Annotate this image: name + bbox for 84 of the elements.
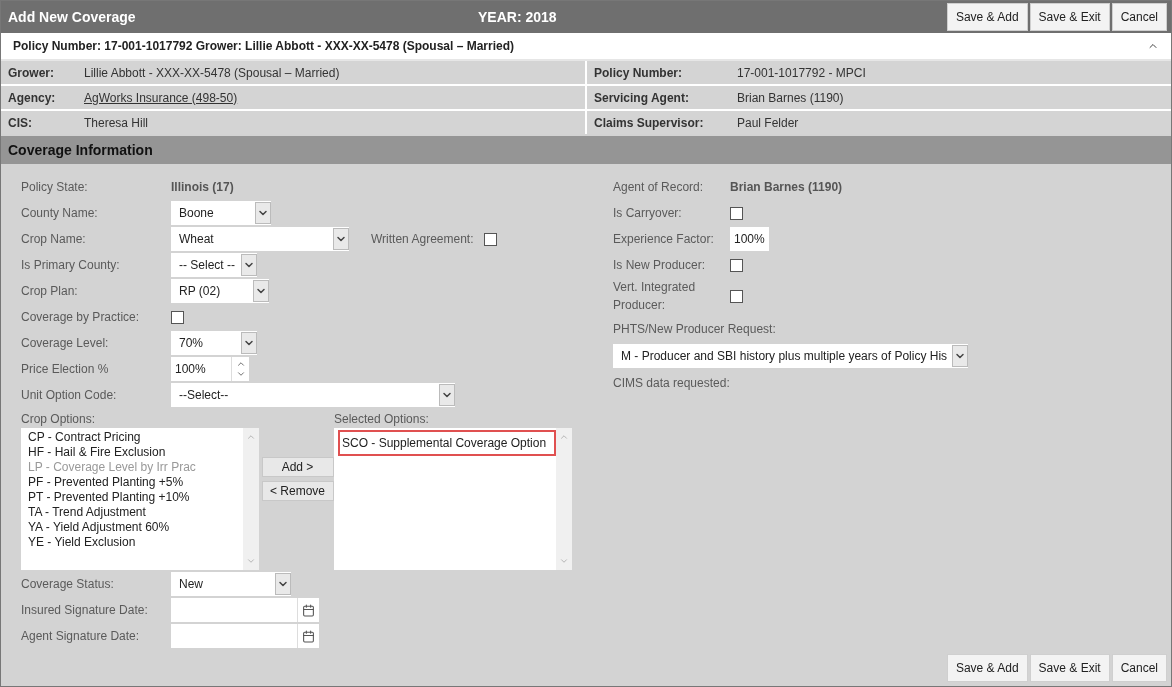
field-label: PHTS/New Producer Request: bbox=[613, 321, 777, 338]
summary-text: Policy Number: 17-001-1017792 Grower: Lillie Abbott - XXX-XX-5478 (Spousal – Married) bbox=[13, 38, 515, 55]
action-button[interactable]: Cancel bbox=[1111, 654, 1167, 682]
dropdown[interactable]: New bbox=[171, 572, 291, 596]
date-field[interactable] bbox=[171, 624, 319, 648]
action-button[interactable]: Cancel bbox=[1111, 3, 1167, 31]
field-label: Is Carryover: bbox=[613, 205, 683, 222]
checkbox[interactable] bbox=[730, 289, 743, 303]
scroll-down-icon[interactable] bbox=[559, 556, 569, 566]
field-value: Brian Barnes (1190) bbox=[730, 179, 843, 196]
date-field[interactable] bbox=[171, 598, 319, 622]
dropdown[interactable]: M - Producer and SBI history plus multiple years of Policy His bbox=[613, 344, 968, 368]
list-item[interactable]: YE - Yield Exclusion bbox=[25, 535, 243, 550]
field-label: County Name: bbox=[21, 205, 99, 222]
chevron-up-icon bbox=[235, 359, 246, 369]
action-button[interactable]: Save & Add bbox=[946, 3, 1028, 31]
dropdown[interactable]: Wheat bbox=[171, 227, 349, 251]
year-label: YEAR: 2018 bbox=[478, 7, 557, 27]
info-value: Lillie Abbott - XXX-XX-5478 (Spousal – Married) bbox=[84, 64, 340, 82]
scroll-down-icon[interactable] bbox=[246, 556, 256, 566]
checkbox[interactable] bbox=[730, 206, 743, 220]
info-value: 17-001-1017792 - MPCI bbox=[737, 64, 866, 82]
field-label: Crop Plan: bbox=[21, 283, 79, 300]
selected-options-list[interactable]: SCO - Supplemental Coverage Option bbox=[334, 428, 572, 570]
calendar-icon bbox=[302, 629, 315, 643]
info-value: Theresa Hill bbox=[84, 114, 149, 132]
text-field[interactable]: 100% bbox=[730, 227, 769, 251]
info-value: Paul Felder bbox=[737, 114, 799, 132]
info-label: Claims Supervisor: bbox=[594, 114, 705, 132]
action-button[interactable]: Save & Exit bbox=[1029, 654, 1110, 682]
info-value: Brian Barnes (1190) bbox=[737, 89, 844, 107]
info-label: Agency: bbox=[8, 89, 57, 107]
calendar-icon bbox=[302, 603, 315, 617]
field-label: Insured Signature Date: bbox=[21, 602, 149, 619]
list-item[interactable]: TA - Trend Adjustment bbox=[25, 505, 243, 520]
list-item[interactable]: PT - Prevented Planting +10% bbox=[25, 490, 243, 505]
summary-bar[interactable]: Policy Number: 17-001-1017792 Grower: Lillie Abbott - XXX-XX-5478 (Spousal – Married) bbox=[1, 33, 1171, 61]
field-label: Crop Name: bbox=[21, 231, 87, 248]
section-title: Coverage Information bbox=[8, 140, 153, 160]
field-label: Written Agreement: bbox=[371, 231, 474, 248]
list-item[interactable]: HF - Hail & Fire Exclusion bbox=[25, 445, 243, 460]
number-spinner[interactable]: 100% bbox=[171, 357, 249, 381]
checkbox[interactable] bbox=[483, 232, 497, 246]
field-label: Coverage Level: bbox=[21, 335, 110, 352]
list-item[interactable]: YA - Yield Adjustment 60% bbox=[25, 520, 243, 535]
action-button[interactable]: Save & Add bbox=[946, 654, 1028, 682]
list-item[interactable]: CP - Contract Pricing bbox=[25, 430, 243, 445]
dropdown[interactable]: 70% bbox=[171, 331, 257, 355]
info-label: Policy Number: bbox=[594, 64, 684, 82]
info-label: CIS: bbox=[8, 114, 33, 132]
field-label: Policy State: bbox=[21, 179, 89, 196]
move-button[interactable]: Add > bbox=[261, 457, 334, 477]
scroll-up-icon[interactable] bbox=[246, 432, 256, 442]
info-label: Grower: bbox=[8, 64, 55, 82]
crop-options-list[interactable] bbox=[21, 428, 259, 570]
field-label: Price Election % bbox=[21, 361, 110, 378]
field-label: Coverage Status: bbox=[21, 576, 115, 593]
dropdown[interactable]: -- Select -- bbox=[171, 253, 257, 277]
dropdown[interactable]: RP (02) bbox=[171, 279, 269, 303]
window-title: Add New Coverage bbox=[8, 7, 137, 27]
chevron-down-icon bbox=[235, 369, 246, 379]
list-item[interactable]: SCO - Supplemental Coverage Option bbox=[338, 430, 556, 456]
checkbox[interactable] bbox=[730, 258, 743, 272]
list-item[interactable]: PF - Prevented Planting +5% bbox=[25, 475, 243, 490]
field-label: Crop Options: bbox=[21, 411, 97, 428]
field-label: Coverage by Practice: bbox=[21, 309, 141, 326]
field-value: Illinois (17) bbox=[171, 179, 234, 196]
agency-link[interactable]: AgWorks Insurance (498-50) bbox=[84, 88, 238, 107]
scroll-up-icon[interactable] bbox=[559, 432, 569, 442]
dropdown[interactable]: --Select-- bbox=[171, 383, 455, 407]
field-label: Is Primary County: bbox=[21, 257, 121, 274]
field-label: CIMS data requested: bbox=[613, 375, 731, 392]
info-label: Servicing Agent: bbox=[594, 89, 690, 107]
field-label: Agent of Record: bbox=[613, 179, 705, 196]
field-label: Is New Producer: bbox=[613, 257, 707, 274]
field-label: Selected Options: bbox=[334, 411, 430, 428]
field-label: Experience Factor: bbox=[613, 231, 715, 248]
action-button[interactable]: Save & Exit bbox=[1029, 3, 1110, 31]
field-label: Agent Signature Date: bbox=[21, 628, 141, 645]
dropdown[interactable]: Boone bbox=[171, 201, 271, 225]
move-button[interactable]: < Remove bbox=[261, 481, 334, 501]
field-label: Unit Option Code: bbox=[21, 387, 118, 404]
checkbox[interactable] bbox=[171, 310, 184, 324]
field-label: Vert. Integrated Producer: bbox=[613, 279, 697, 314]
